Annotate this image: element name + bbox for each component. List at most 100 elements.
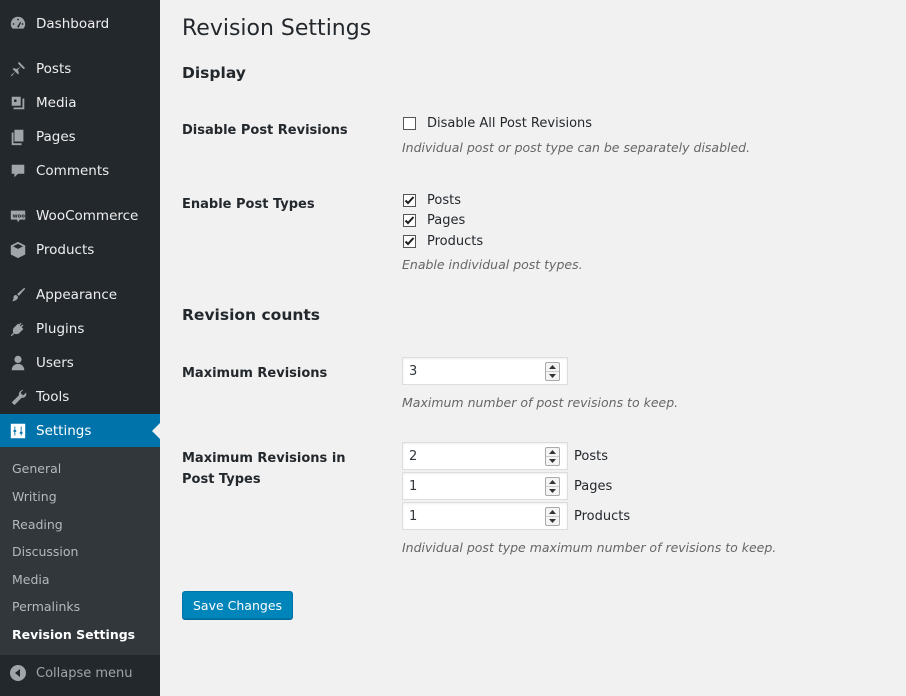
collapse-arrow-icon xyxy=(0,665,36,681)
user-icon xyxy=(0,354,36,372)
revision-counts-heading: Revision counts xyxy=(182,306,321,324)
menu-item-tools[interactable]: Tools xyxy=(0,380,160,414)
menu-item-products[interactable]: Products xyxy=(0,233,160,267)
menu-label: Tools xyxy=(36,389,70,405)
plug-icon xyxy=(0,320,36,338)
dashboard-icon xyxy=(0,15,36,33)
disable-revisions-label: Disable Post Revisions xyxy=(182,123,348,138)
max-revisions-pages-input[interactable]: 1 xyxy=(402,472,568,500)
brush-icon xyxy=(0,286,36,304)
number-spinner xyxy=(545,446,560,466)
comment-icon xyxy=(0,162,36,180)
menu-item-appearance[interactable]: Appearance xyxy=(0,278,160,312)
maximum-revisions-post-types-label: Maximum Revisions in Post Types xyxy=(182,451,346,487)
maximum-revisions-description: Maximum number of post revisions to keep… xyxy=(402,395,679,410)
disable-revisions-description: Individual post or post type can be sepa… xyxy=(402,140,751,155)
pages-checkbox[interactable] xyxy=(403,213,416,227)
submenu-item-reading[interactable]: Reading xyxy=(12,517,63,533)
disable-all-revisions-checkbox[interactable] xyxy=(403,116,416,130)
post-type-option-products[interactable]: Products xyxy=(403,231,483,251)
max-revisions-posts-field: 2 Posts xyxy=(402,442,608,470)
spin-down-icon[interactable] xyxy=(546,485,559,495)
post-type-name: Pages xyxy=(574,478,613,494)
sliders-icon xyxy=(0,422,36,440)
submenu-item-general[interactable]: General xyxy=(12,461,61,477)
menu-label: Pages xyxy=(36,129,76,145)
option-label: Products xyxy=(427,233,484,249)
posts-checkbox[interactable] xyxy=(403,193,416,207)
menu-label: Plugins xyxy=(36,321,85,337)
input-value: 1 xyxy=(409,478,418,494)
spin-down-icon[interactable] xyxy=(546,455,559,465)
number-spinner xyxy=(545,506,560,526)
settings-submenu: General Writing Reading Discussion Media… xyxy=(0,447,160,655)
menu-label: Dashboard xyxy=(36,16,110,32)
maximum-revisions-label: Maximum Revisions xyxy=(182,366,328,381)
post-type-name: Posts xyxy=(574,448,608,464)
post-type-option-pages[interactable]: Pages xyxy=(403,210,465,230)
menu-label: Users xyxy=(36,355,74,371)
spin-up-icon[interactable] xyxy=(546,448,559,456)
wrench-icon xyxy=(0,388,36,406)
input-value: 2 xyxy=(409,448,418,464)
menu-item-media[interactable]: Media xyxy=(0,86,160,120)
maximum-revisions-input[interactable]: 3 xyxy=(402,357,568,385)
max-revisions-posts-input[interactable]: 2 xyxy=(402,442,568,470)
option-label: Posts xyxy=(427,192,461,208)
collapse-menu-button[interactable]: Collapse menu xyxy=(0,655,160,691)
menu-label: Settings xyxy=(36,423,92,439)
menu-item-posts[interactable]: Posts xyxy=(0,52,160,86)
submenu-item-revision-settings[interactable]: Revision Settings xyxy=(12,627,135,643)
number-spinner xyxy=(545,476,560,496)
menu-item-users[interactable]: Users xyxy=(0,346,160,380)
svg-text:woo: woo xyxy=(13,213,26,219)
woocommerce-icon: woo xyxy=(0,207,36,225)
menu-item-pages[interactable]: Pages xyxy=(0,120,160,154)
enable-post-types-label: Enable Post Types xyxy=(182,197,315,212)
option-label: Pages xyxy=(427,212,466,228)
spin-up-icon[interactable] xyxy=(546,508,559,516)
menu-label: Comments xyxy=(36,163,110,179)
menu-item-dashboard[interactable]: Dashboard xyxy=(0,7,160,41)
enable-post-types-description: Enable individual post types. xyxy=(402,257,583,272)
submenu-item-media[interactable]: Media xyxy=(12,572,50,588)
disable-all-revisions-option[interactable]: Disable All Post Revisions xyxy=(403,113,592,133)
admin-sidebar: Dashboard Posts Media Pages Comments woo… xyxy=(0,0,160,696)
checkmark-icon xyxy=(404,195,415,204)
display-heading: Display xyxy=(182,64,246,82)
save-changes-button[interactable]: Save Changes xyxy=(182,591,294,619)
number-spinner xyxy=(545,361,560,381)
checkmark-icon xyxy=(404,236,415,245)
maximum-revisions-field: 3 xyxy=(402,357,568,385)
menu-item-settings[interactable]: Settings xyxy=(0,414,160,448)
menu-label: Posts xyxy=(36,61,72,77)
spin-down-icon[interactable] xyxy=(546,370,559,380)
menu-item-woocommerce[interactable]: woo WooCommerce xyxy=(0,199,160,233)
menu-label: Products xyxy=(36,242,95,258)
max-revisions-products-input[interactable]: 1 xyxy=(402,502,568,530)
pages-icon xyxy=(0,128,36,146)
menu-item-plugins[interactable]: Plugins xyxy=(0,312,160,346)
spin-up-icon[interactable] xyxy=(546,363,559,371)
menu-label: Media xyxy=(36,95,77,111)
submenu-item-discussion[interactable]: Discussion xyxy=(12,544,78,560)
spin-down-icon[interactable] xyxy=(546,515,559,525)
menu-item-comments[interactable]: Comments xyxy=(0,154,160,188)
input-value: 3 xyxy=(409,363,418,379)
submenu-item-writing[interactable]: Writing xyxy=(12,489,57,505)
max-revisions-post-types-description: Individual post type maximum number of r… xyxy=(402,540,777,555)
spin-up-icon[interactable] xyxy=(546,478,559,486)
option-label: Disable All Post Revisions xyxy=(427,115,593,131)
post-type-option-posts[interactable]: Posts xyxy=(403,190,461,210)
pin-icon xyxy=(0,60,36,78)
collapse-label: Collapse menu xyxy=(36,665,133,681)
submenu-item-permalinks[interactable]: Permalinks xyxy=(12,599,80,615)
main-content: Revision Settings Display Disable Post R… xyxy=(182,0,882,696)
input-value: 1 xyxy=(409,508,418,524)
menu-label: Appearance xyxy=(36,287,118,303)
products-checkbox[interactable] xyxy=(403,234,416,248)
box-icon xyxy=(0,241,36,259)
page-title: Revision Settings xyxy=(182,16,372,41)
max-revisions-products-field: 1 Products xyxy=(402,502,630,530)
checkmark-icon xyxy=(404,215,415,224)
